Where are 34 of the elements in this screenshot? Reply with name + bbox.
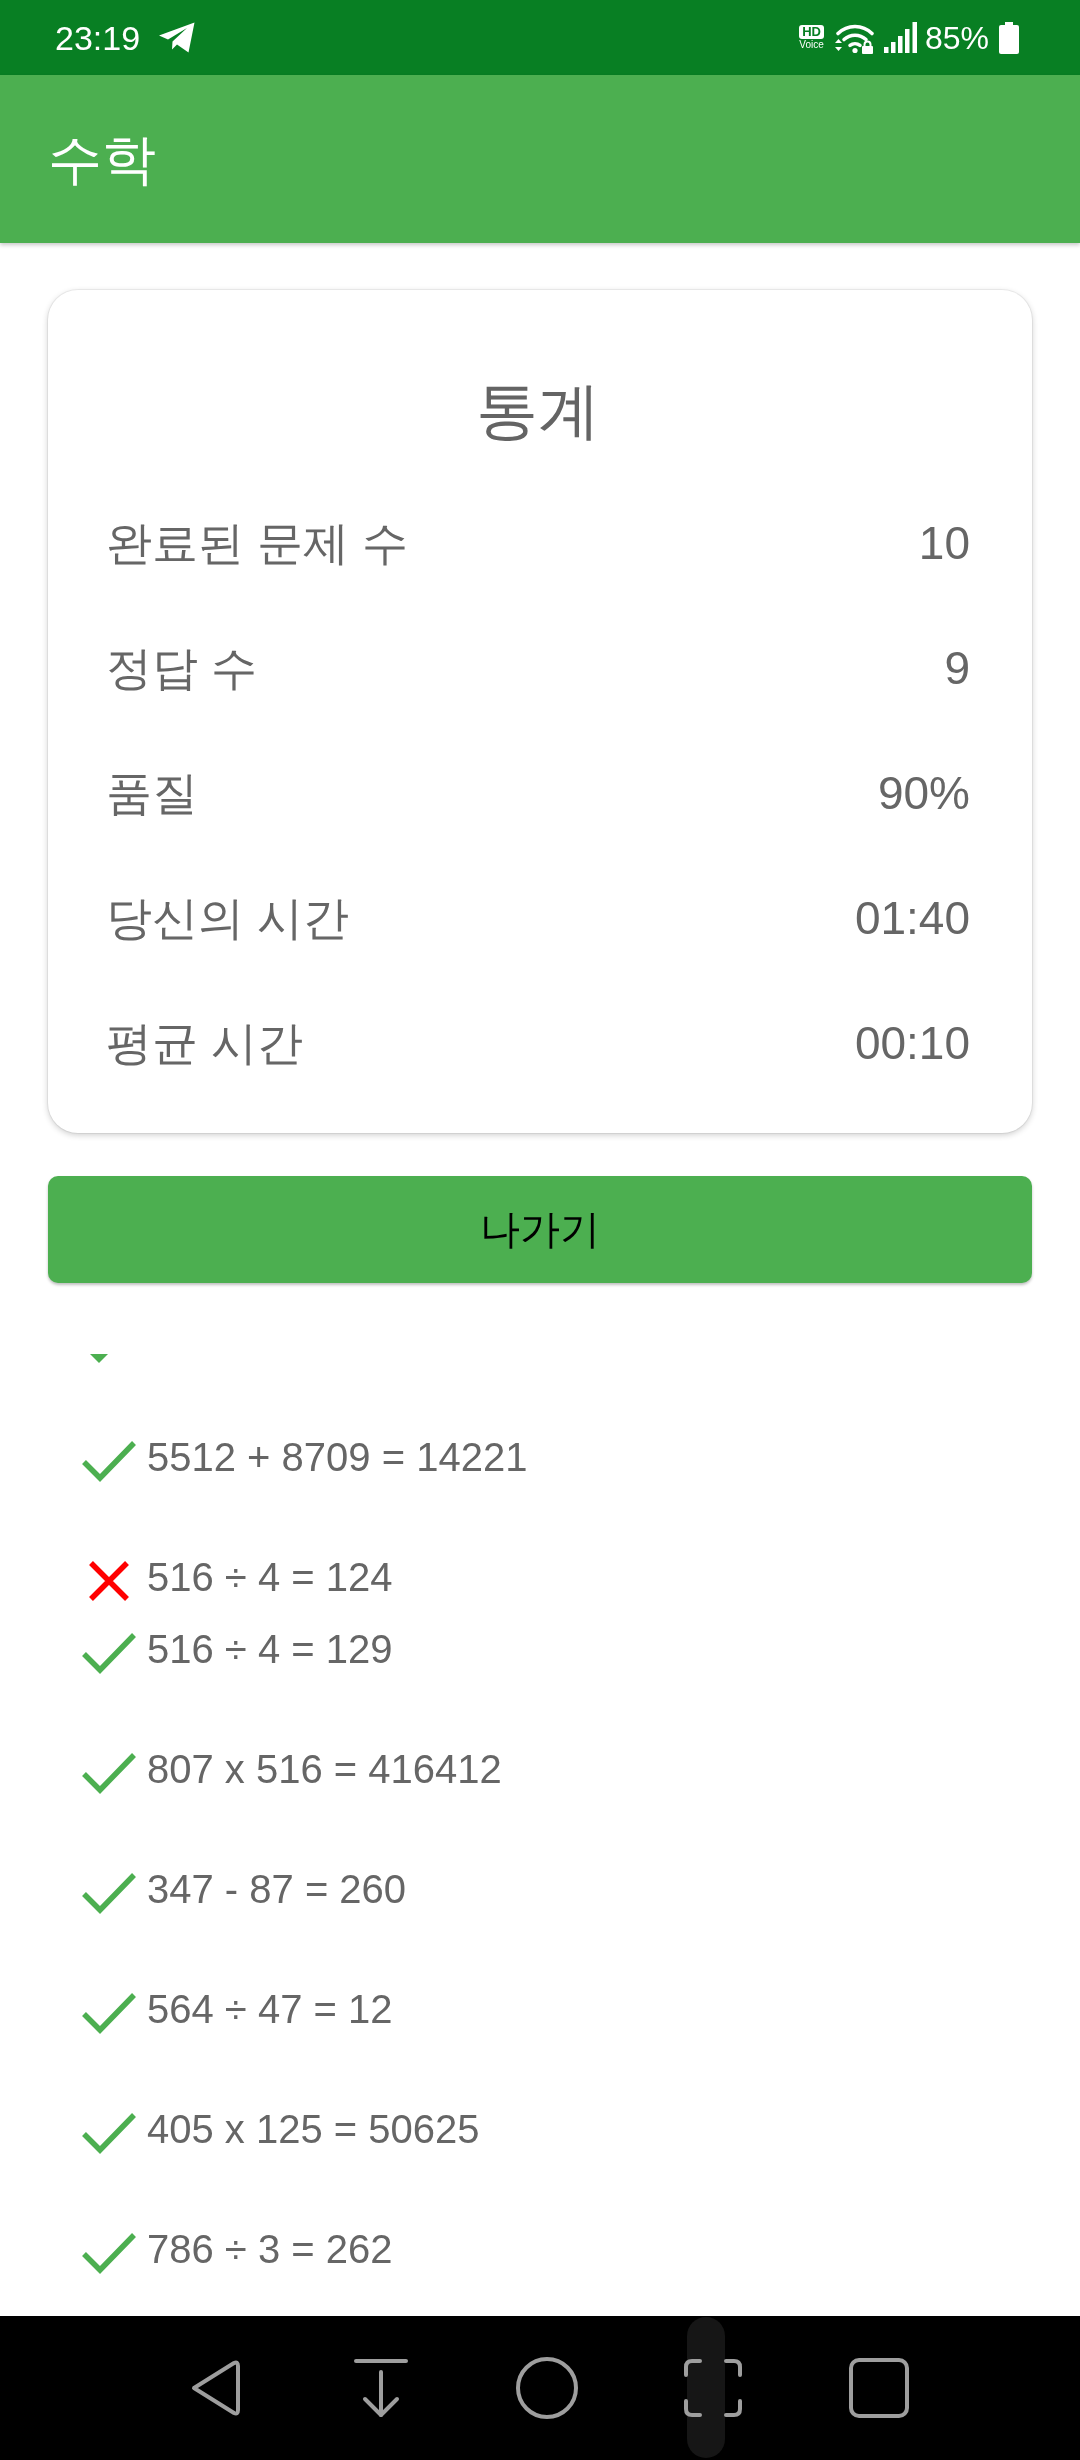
- battery-icon: [999, 21, 1019, 54]
- stat-value: 01:40: [854, 890, 970, 946]
- voice-label: Voice: [799, 38, 824, 51]
- stat-label: 완료된 문제 수: [106, 515, 408, 571]
- drag-handle[interactable]: [687, 2317, 725, 2458]
- home-icon[interactable]: [516, 2357, 578, 2419]
- signal-icon: [883, 22, 917, 53]
- stat-label: 정답 수: [106, 640, 257, 696]
- exit-button[interactable]: 나가기: [48, 1176, 1032, 1283]
- equation-text: 516 ÷ 4 = 124: [147, 1554, 393, 1601]
- stat-label: 당신의 시간: [106, 890, 349, 946]
- equation-text: 516 ÷ 4 = 129: [147, 1626, 393, 1673]
- equation-text: 347 - 87 = 260: [147, 1866, 407, 1913]
- paper-plane-icon: [158, 22, 197, 53]
- stat-value: 00:10: [854, 1015, 970, 1071]
- battery-percent: 85%: [924, 18, 989, 58]
- equation-text: 405 x 125 = 50625: [147, 2106, 480, 2153]
- stat-value: 9: [944, 640, 970, 696]
- equation-text: 564 ÷ 47 = 12: [147, 1986, 393, 2033]
- frame-corners-icon[interactable]: [684, 2359, 742, 2417]
- stat-label: 품질: [106, 765, 198, 821]
- stat-label: 평균 시간: [106, 1015, 303, 1071]
- recents-icon[interactable]: [849, 2358, 909, 2418]
- status-time: 23:19: [55, 17, 141, 58]
- equation-text: 5512 + 8709 = 14221: [147, 1434, 528, 1481]
- stat-value: 10: [918, 515, 970, 571]
- stat-value: 90%: [877, 765, 970, 821]
- equation-text: 786 ÷ 3 = 262: [147, 2226, 393, 2273]
- hd-badge: HD: [799, 24, 824, 39]
- app-title: 수학: [48, 128, 156, 191]
- card-title: 통계: [476, 375, 600, 447]
- equation-text: 807 x 516 = 416412: [147, 1746, 502, 1793]
- back-icon[interactable]: [189, 2358, 241, 2418]
- caret-icon[interactable]: [90, 1354, 108, 1363]
